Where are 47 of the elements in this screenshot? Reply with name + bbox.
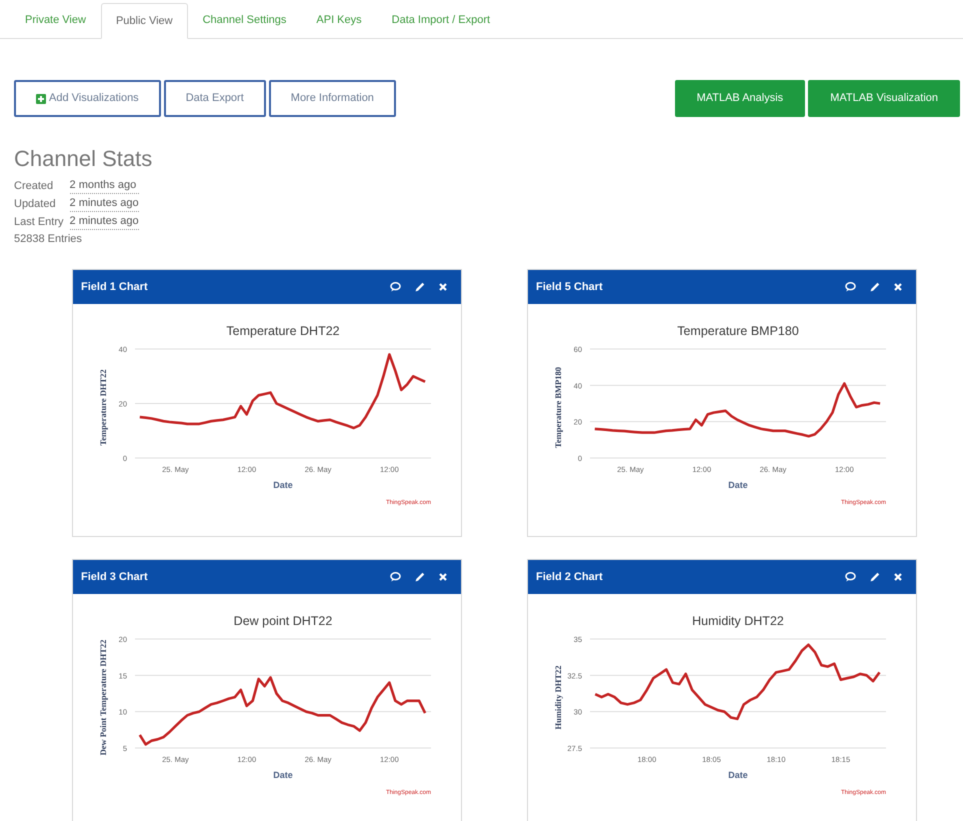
tab[interactable]: Channel Settings [188, 2, 302, 38]
axis-label: Date [728, 480, 748, 490]
chart-title: Dew point DHT22 [234, 614, 332, 628]
stat-label: Created [14, 179, 54, 194]
tab[interactable]: Public View [100, 3, 188, 39]
section-heading: Channel Stats [14, 145, 154, 173]
stat-label: Last Entry [14, 215, 64, 230]
matlab-button[interactable]: MATLAB Visualization [808, 80, 960, 117]
tab[interactable]: API Keys [301, 2, 377, 38]
matlab-button[interactable]: MATLAB Analysis [674, 80, 806, 117]
axis-label: Humidity DHT22 [553, 666, 563, 730]
close-icon[interactable] [894, 283, 902, 291]
comment-icon[interactable] [390, 572, 401, 582]
chart-title: Temperature DHT22 [226, 324, 340, 338]
toolbar-button[interactable]: Add Visualizations [14, 80, 161, 117]
card-title: Field 1 Chart [81, 280, 148, 295]
axis-label: Date [728, 770, 748, 780]
tab[interactable]: Private View [10, 2, 101, 38]
stat-value: 2 minutes ago [70, 213, 139, 230]
chart-title: Temperature BMP180 [677, 324, 799, 338]
stat-value: 2 minutes ago [70, 195, 139, 212]
comment-icon[interactable] [845, 572, 856, 582]
card-title: Field 5 Chart [536, 280, 603, 295]
close-icon[interactable] [894, 573, 902, 581]
close-icon[interactable] [439, 283, 447, 291]
tab[interactable]: Data Import / Export [376, 2, 506, 38]
axis-label: Date [273, 480, 293, 490]
pencil-icon[interactable] [870, 572, 880, 582]
plus-icon [36, 94, 46, 104]
pencil-icon[interactable] [415, 572, 425, 582]
stat-label: Updated [14, 197, 57, 212]
axis-label: Temperature DHT22 [98, 369, 108, 446]
axis-label: Date [273, 770, 293, 780]
card-title: Field 2 Chart [536, 570, 603, 585]
pencil-icon[interactable] [870, 282, 880, 292]
comment-icon[interactable] [845, 282, 856, 292]
card-title: Field 3 Chart [81, 570, 148, 585]
axis-label: Temperature BMP180 [553, 367, 563, 448]
toolbar-button[interactable]: More Information [268, 80, 396, 117]
pencil-icon[interactable] [415, 282, 425, 292]
entry-count: 52838 Entries [14, 232, 83, 247]
close-icon[interactable] [439, 573, 447, 581]
chart-title: Humidity DHT22 [692, 614, 784, 628]
comment-icon[interactable] [390, 282, 401, 292]
axis-label: Dew Point Temperature DHT22 [98, 640, 108, 756]
stat-value: 2 months ago [70, 177, 139, 194]
toolbar-button[interactable]: Data Export [164, 80, 266, 117]
